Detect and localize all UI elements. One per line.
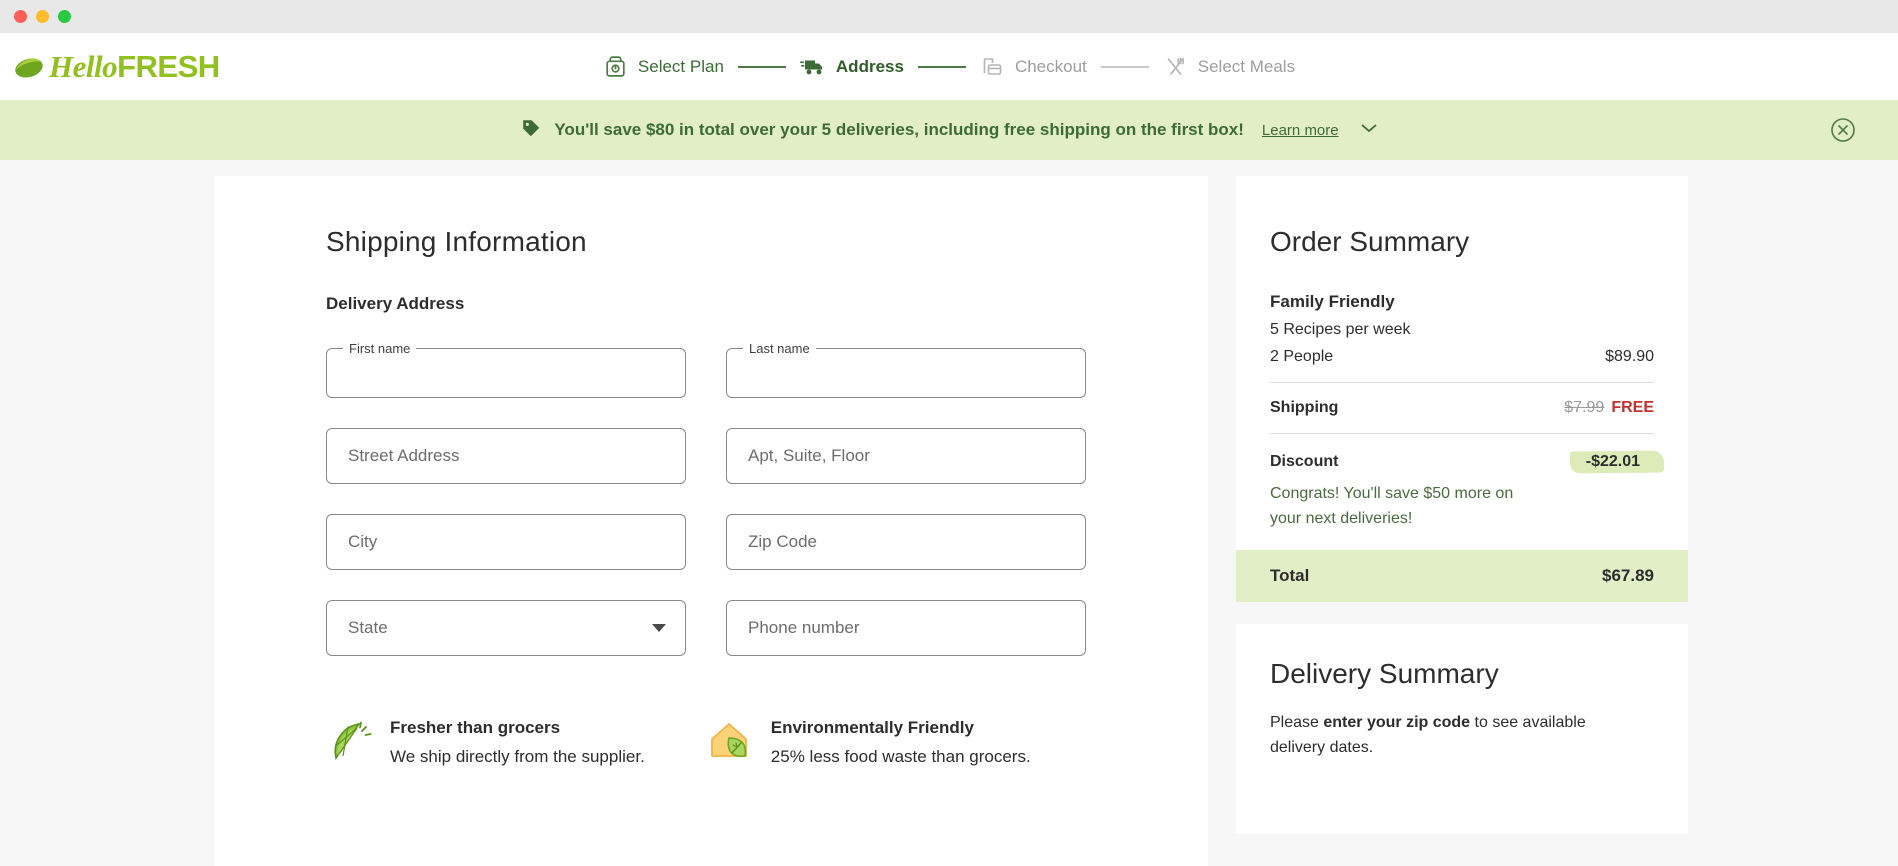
stepper-connector-1 <box>737 65 786 68</box>
stepper-label-select-meals: Select Meals <box>1197 56 1296 76</box>
stepper-item-select-plan[interactable]: Select Plan <box>603 54 724 79</box>
chevron-down-icon[interactable] <box>1360 121 1378 139</box>
summary-column: Order Summary Family Friendly 5 Recipes … <box>1236 176 1688 834</box>
feature-fresher-than-grocers: Fresher than grocers We ship directly fr… <box>326 718 645 769</box>
street-address-input[interactable] <box>326 428 686 484</box>
feature-highlights: Fresher than grocers We ship directly fr… <box>326 718 1208 769</box>
phone-number-field[interactable] <box>726 600 1086 656</box>
page-body: Shipping Information Delivery Address Fi… <box>0 160 1898 866</box>
phone-number-input[interactable] <box>726 600 1086 656</box>
shipping-original-price: $7.99 <box>1564 399 1605 416</box>
total-row: Total $67.89 <box>1236 549 1688 602</box>
checkout-stepper: Select Plan Address Checkout Select Meal… <box>603 54 1295 79</box>
note-bold: enter your zip code <box>1323 713 1471 731</box>
logo-wordmark: HelloFRESH <box>49 49 220 85</box>
plan-recipes-line: 5 Recipes per week <box>1270 321 1411 338</box>
last-name-field[interactable]: Last name <box>726 342 1086 398</box>
delivery-summary-note: Please enter your zip code to see availa… <box>1270 710 1600 761</box>
leaf-logo-icon <box>15 58 43 77</box>
summary-divider-1 <box>1270 382 1654 383</box>
order-summary-title: Order Summary <box>1270 226 1470 257</box>
promo-banner-text: You'll save $80 in total over your 5 del… <box>554 120 1244 139</box>
feature-desc: We ship directly from the supplier. <box>390 747 645 766</box>
plan-people-row: 2 People $89.90 <box>1270 348 1654 366</box>
site-header: HelloFRESH Select Plan Address Checkout … <box>0 33 1898 100</box>
stepper-item-address[interactable]: Address <box>799 54 904 79</box>
feature-text-block: Fresher than grocers We ship directly fr… <box>390 718 645 767</box>
total-label: Total <box>1270 565 1310 585</box>
page-title: Shipping Information <box>326 226 587 257</box>
promo-banner-content: You'll save $80 in total over your 5 del… <box>520 117 1377 144</box>
delivery-summary-title: Delivery Summary <box>1270 657 1499 689</box>
order-summary-card: Order Summary Family Friendly 5 Recipes … <box>1236 176 1688 602</box>
first-name-field[interactable]: First name <box>326 342 686 398</box>
chevron-down-icon <box>652 624 666 632</box>
apt-suite-field[interactable] <box>726 428 1086 484</box>
last-name-input[interactable] <box>726 342 1086 398</box>
apt-suite-input[interactable] <box>726 428 1086 484</box>
meal-kit-box-icon <box>603 54 628 79</box>
banner-close-button[interactable] <box>1830 117 1856 143</box>
summary-divider-2 <box>1270 433 1654 434</box>
discount-label: Discount <box>1270 453 1339 470</box>
credit-card-icon <box>980 55 1005 79</box>
discount-value: -$22.01 <box>1585 453 1640 470</box>
discount-value-highlight: -$22.01 <box>1576 450 1654 474</box>
discount-row: Discount -$22.01 <box>1270 450 1654 474</box>
shipping-free-badge: FREE <box>1611 399 1654 416</box>
stepper-label-checkout: Checkout <box>1014 56 1087 76</box>
delivery-truck-icon <box>799 54 826 79</box>
house-leaf-icon <box>707 718 753 769</box>
stepper-item-select-meals[interactable]: Select Meals <box>1163 55 1295 79</box>
delivery-address-label: Delivery Address <box>326 294 465 313</box>
total-value: $67.89 <box>1602 565 1654 585</box>
delivery-summary-card: Delivery Summary Please enter your zip c… <box>1236 623 1688 834</box>
learn-more-link[interactable]: Learn more <box>1262 122 1339 139</box>
feature-environmentally-friendly: Environmentally Friendly 25% less food w… <box>707 718 1031 769</box>
fork-knife-icon <box>1163 55 1188 79</box>
lime-slice-icon <box>326 718 372 769</box>
stepper-connector-2 <box>917 65 966 68</box>
stepper-label-select-plan: Select Plan <box>637 56 724 76</box>
promo-banner: You'll save $80 in total over your 5 del… <box>0 100 1898 160</box>
state-select[interactable]: State <box>326 600 686 656</box>
state-select-value: State <box>348 618 388 637</box>
state-field[interactable]: State <box>326 600 686 656</box>
city-input[interactable] <box>326 514 686 570</box>
window-minimize-button[interactable] <box>36 10 49 23</box>
zip-code-field[interactable] <box>726 514 1086 570</box>
feature-title: Environmentally Friendly <box>770 718 974 737</box>
street-address-field[interactable] <box>326 428 686 484</box>
logo-fresh-text: FRESH <box>117 48 220 84</box>
stepper-connector-3 <box>1100 65 1149 68</box>
address-form-grid: First name Last name Street Address Apt,… <box>326 342 1086 656</box>
first-name-input[interactable] <box>326 342 686 398</box>
feature-title: Fresher than grocers <box>390 718 561 737</box>
discount-congrats-text: Congrats! You'll save $50 more on your n… <box>1270 485 1514 527</box>
feature-desc: 25% less food waste than grocers. <box>770 747 1031 766</box>
shipping-row: Shipping $7.99 FREE <box>1270 399 1654 417</box>
plan-price: $89.90 <box>1605 348 1654 365</box>
stepper-label-address: Address <box>835 56 904 76</box>
window-maximize-button[interactable] <box>58 10 71 23</box>
stepper-item-checkout[interactable]: Checkout <box>980 55 1087 79</box>
shipping-values: $7.99 FREE <box>1564 399 1654 417</box>
zip-code-input[interactable] <box>726 514 1086 570</box>
note-prefix: Please <box>1270 713 1324 731</box>
city-field[interactable] <box>326 514 686 570</box>
hellofresh-logo[interactable]: HelloFRESH <box>14 49 220 85</box>
plan-people-line: 2 People <box>1270 348 1334 365</box>
price-tag-icon <box>520 117 542 144</box>
shipping-label: Shipping <box>1270 399 1339 416</box>
shipping-form-panel: Shipping Information Delivery Address Fi… <box>214 176 1208 866</box>
window-close-button[interactable] <box>14 10 27 23</box>
logo-hello-text: Hello <box>49 48 118 84</box>
feature-text-block: Environmentally Friendly 25% less food w… <box>771 718 1031 767</box>
window-titlebar <box>0 0 1898 33</box>
plan-name: Family Friendly <box>1270 292 1395 311</box>
